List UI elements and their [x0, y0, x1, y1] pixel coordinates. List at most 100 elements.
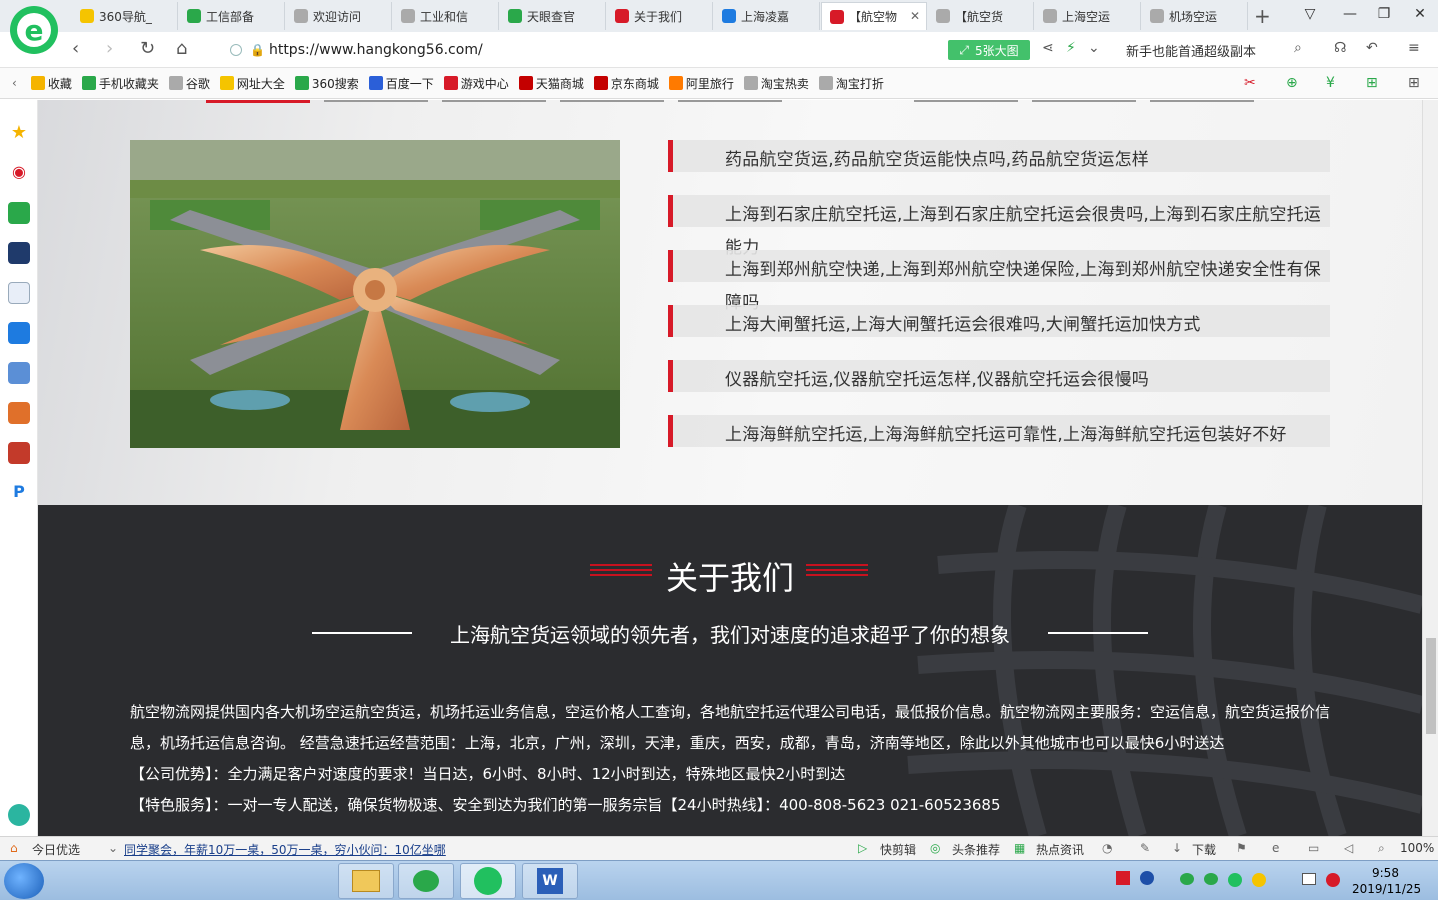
- bookmark-item[interactable]: 收藏: [30, 75, 72, 92]
- fix-icon[interactable]: ✎: [1140, 841, 1150, 855]
- news-ticker[interactable]: 同学聚会，年薪10万一桌，50万一桌，穷小伙问：10亿坐哪: [124, 841, 446, 858]
- bookmark-item[interactable]: 谷歌: [168, 75, 210, 92]
- search-hint[interactable]: 新手也能首通超级副本: [1126, 41, 1256, 60]
- notes-icon[interactable]: [8, 322, 30, 344]
- bookmark-item[interactable]: 淘宝热卖: [743, 75, 809, 92]
- toutiao-link[interactable]: 头条推荐: [952, 841, 1000, 858]
- nav-tab[interactable]: [324, 100, 428, 102]
- scissors-icon[interactable]: ✂: [1244, 75, 1256, 91]
- game-avatar-icon[interactable]: [8, 362, 30, 384]
- wechat-tray-icon-2[interactable]: [1204, 873, 1218, 885]
- favorites-star-icon[interactable]: ★: [8, 122, 30, 144]
- game-warrior-icon[interactable]: [8, 402, 30, 424]
- address-input[interactable]: 🔒 https://www.hangkong56.com/: [230, 38, 950, 62]
- nav-tab[interactable]: [560, 100, 664, 102]
- sidebar-add-icon[interactable]: [8, 804, 30, 826]
- zoom-icon[interactable]: ⌕: [1378, 841, 1385, 856]
- start-button[interactable]: [4, 863, 44, 899]
- weibo-icon[interactable]: ◉: [8, 162, 30, 184]
- nav-tab[interactable]: [1032, 100, 1136, 102]
- clock-time[interactable]: 9:58: [1372, 866, 1399, 880]
- mail-icon[interactable]: [8, 202, 30, 224]
- search-icon[interactable]: ⌕: [1294, 40, 1302, 56]
- headset-icon[interactable]: ☊: [1334, 40, 1346, 56]
- bookmark-item[interactable]: 天猫商城: [518, 75, 584, 92]
- close-tab-icon[interactable]: ✕: [910, 9, 920, 23]
- news-link[interactable]: 上海海鲜航空托运,上海海鲜航空托运可靠性,上海海鲜航空托运包装好不好: [725, 419, 1335, 452]
- wechat-tray-icon[interactable]: [1180, 873, 1194, 885]
- news-item[interactable]: 上海到郑州航空快递,上海到郑州航空快递保险,上海到郑州航空快递安全性有保障吗: [668, 250, 1330, 313]
- share-icon[interactable]: ⋖: [1042, 40, 1054, 56]
- ie-mode-icon[interactable]: e: [1272, 841, 1279, 855]
- p-app-icon[interactable]: P: [8, 482, 30, 504]
- menu-icon[interactable]: ≡: [1408, 40, 1420, 56]
- home-button[interactable]: ⌂: [176, 38, 187, 59]
- daily-pick-label[interactable]: 今日优选: [32, 841, 80, 858]
- zoom-level[interactable]: 100%: [1400, 841, 1434, 855]
- speed-icon[interactable]: ◔: [1102, 841, 1112, 855]
- bookmark-item[interactable]: 百度一下: [368, 75, 434, 92]
- coin-icon[interactable]: ¥: [1326, 75, 1335, 91]
- tab-1[interactable]: 360导航_: [72, 2, 178, 30]
- big-image-button[interactable]: ⤢ 5张大图: [948, 40, 1030, 60]
- bookmark-item[interactable]: 手机收藏夹: [81, 75, 159, 92]
- bookmark-item[interactable]: 游戏中心: [443, 75, 509, 92]
- lightning-icon[interactable]: ⚡: [1066, 40, 1076, 56]
- nav-tab[interactable]: [678, 100, 782, 102]
- volume-muted-tray-icon[interactable]: [1326, 873, 1340, 887]
- restore-button[interactable]: ❐: [1374, 6, 1394, 22]
- network-tray-icon[interactable]: [1302, 873, 1316, 885]
- sound-icon[interactable]: ◁: [1344, 841, 1353, 855]
- clock-date[interactable]: 2019/11/25: [1352, 882, 1421, 896]
- browser-logo-icon[interactable]: e: [10, 6, 58, 54]
- tab-11[interactable]: 机场空运: [1142, 2, 1248, 30]
- wechat-icon[interactable]: [398, 863, 454, 899]
- news-link[interactable]: 仪器航空托运,仪器航空托运怎样,仪器航空托运会很慢吗: [725, 364, 1335, 397]
- news-link[interactable]: 上海大闸蟹托运,上海大闸蟹托运会很难吗,大闸蟹托运加快方式: [725, 309, 1335, 342]
- tab-2[interactable]: 工信部备: [179, 2, 285, 30]
- tab-10[interactable]: 上海空运: [1035, 2, 1141, 30]
- bookmark-item[interactable]: 阿里旅行: [668, 75, 734, 92]
- gamepad-icon[interactable]: ⊞: [1366, 75, 1378, 91]
- 360-browser-taskbar-icon[interactable]: [460, 863, 516, 899]
- 360-guard-tray-icon[interactable]: [1252, 873, 1266, 887]
- collapse-icon[interactable]: ‹: [12, 76, 17, 90]
- apps-icon[interactable]: ⊞: [1408, 75, 1420, 91]
- bookmark-item[interactable]: 网址大全: [219, 75, 285, 92]
- scrollbar-thumb[interactable]: [1426, 638, 1436, 734]
- download-link[interactable]: 下载: [1192, 841, 1216, 858]
- news-item[interactable]: 仪器航空托运,仪器航空托运怎样,仪器航空托运会很慢吗: [668, 360, 1330, 392]
- chevron-down-icon[interactable]: ⌄: [1088, 40, 1100, 56]
- sogou-tray-icon[interactable]: [1116, 871, 1130, 885]
- airport-aerial-image[interactable]: [130, 140, 620, 448]
- tab-9[interactable]: 【航空货: [928, 2, 1034, 30]
- refresh-button[interactable]: ↻: [140, 38, 155, 59]
- news-item[interactable]: 上海海鲜航空托运,上海海鲜航空托运可靠性,上海海鲜航空托运包装好不好: [668, 415, 1330, 447]
- tab-5[interactable]: 天眼查官: [500, 2, 606, 30]
- nav-tab[interactable]: [442, 100, 546, 102]
- bookmark-item[interactable]: 360搜索: [294, 75, 359, 92]
- tab-6[interactable]: 关于我们: [607, 2, 713, 30]
- tab-7[interactable]: 上海凌嘉: [714, 2, 820, 30]
- back-button[interactable]: ‹: [72, 38, 79, 59]
- site-info-icon[interactable]: [230, 44, 242, 56]
- undo-icon[interactable]: ↶: [1366, 40, 1378, 56]
- news-item[interactable]: 上海到石家庄航空托运,上海到石家庄航空托运会很贵吗,上海到石家庄航空托运能力: [668, 195, 1330, 258]
- minimize-button[interactable]: —: [1340, 6, 1360, 22]
- document-icon[interactable]: [8, 282, 30, 304]
- nav-tab-active[interactable]: [206, 100, 310, 103]
- tab-4[interactable]: 工业和信: [393, 2, 499, 30]
- new-tab-button[interactable]: +: [1254, 4, 1271, 28]
- flag-icon[interactable]: ⚑: [1236, 841, 1247, 855]
- forward-button[interactable]: ›: [106, 38, 113, 59]
- game-hero-icon[interactable]: [8, 442, 30, 464]
- ticker-chevron-icon[interactable]: ⌄: [108, 841, 118, 855]
- tab-8[interactable]: 【航空物 ✕: [821, 2, 927, 30]
- 360-tray-icon[interactable]: [1228, 873, 1242, 887]
- help-tray-icon[interactable]: [1140, 871, 1154, 885]
- vertical-scrollbar[interactable]: [1422, 100, 1438, 836]
- global-news-icon[interactable]: [8, 242, 30, 264]
- window-icon[interactable]: ▭: [1308, 841, 1319, 855]
- news-item[interactable]: 药品航空货运,药品航空货运能快点吗,药品航空货运怎样: [668, 140, 1330, 172]
- close-window-button[interactable]: ✕: [1410, 6, 1430, 22]
